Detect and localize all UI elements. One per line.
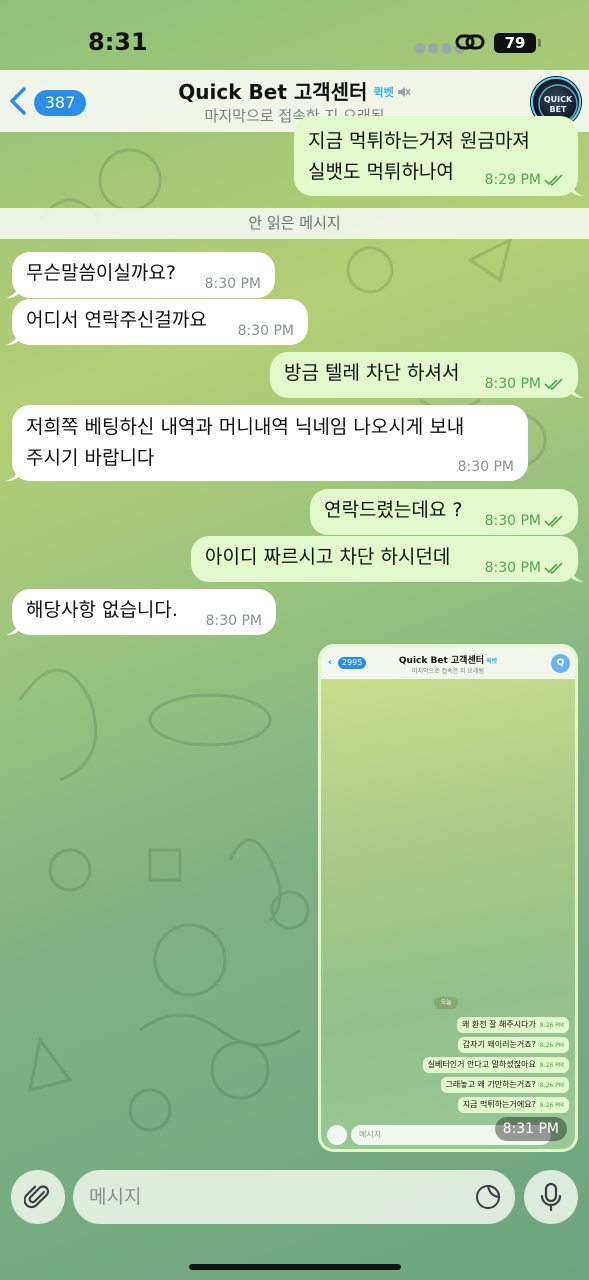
embedded-title-text: Quick Bet 고객센터 [398,656,485,666]
embedded-avatar: Q [551,654,570,673]
embedded-message: 갑자기 왜이러는거죠? 8:26 PM [457,1037,569,1053]
message-bubble-outgoing[interactable]: 방금 텔레 차단 하셔서 8:30 PM [270,352,584,398]
microphone-icon [540,1182,562,1212]
read-checkmarks-icon [544,378,563,390]
embedded-message-time: 8:26 PM [539,1042,564,1049]
battery-indicator: 79 [494,33,541,53]
message-bubble-outgoing[interactable]: 지금 먹튀하는거져 원금마져 실뱃도 먹튀하나여 8:29 PM [294,116,584,196]
embedded-message: 그래놓고 왜 기만하는거죠? 8:26 PM [440,1077,569,1093]
svg-text:BET: BET [549,105,567,114]
bubble-tail [6,282,20,298]
embedded-date-label: 오늘 [434,997,458,1009]
embedded-chat-header: ‹ 2995 Quick Bet 고객센터 퀵벳 마지막으로 접속한 지 오래됨 … [321,647,575,679]
embedded-message-time: 8:26 PM [539,1022,564,1029]
embedded-message-text: 그래놓고 왜 기만하는거죠? [445,1080,536,1089]
photo-timestamp: 8:31 PM [494,1117,567,1141]
clock: 8:31 [88,28,148,56]
message-time: 8:30 PM [237,323,294,339]
unread-messages-divider: 안 읽은 메시지 [0,208,589,239]
message-time: 8:30 PM [484,560,541,576]
photo-message-bubble[interactable]: ‹ 2995 Quick Bet 고객센터 퀵벳 마지막으로 접속한 지 오래됨 … [318,644,578,1152]
embedded-message-text: 갑자기 왜이러는거죠? [462,1040,536,1049]
embedded-message-time: 8:26 PM [539,1102,564,1109]
embedded-message-text: 왜 환전 잘 해주시다가 [461,1020,536,1029]
attach-button[interactable] [11,1170,65,1224]
chat-title-row[interactable]: Quick Bet 고객센터 퀵벳 [0,76,589,105]
read-checkmarks-icon [544,515,563,527]
message-bubble-outgoing[interactable]: 아이디 짜르시고 차단 하시던데 8:30 PM [191,536,584,582]
embedded-message: 왜 환전 잘 해주시다가 8:26 PM [456,1017,569,1033]
embedded-message-time: 8:26 PM [539,1062,564,1069]
sticker-icon[interactable] [473,1182,503,1212]
read-checkmarks-icon [544,174,563,186]
bubble-tail [6,619,20,635]
vpn-link-icon [455,34,485,50]
embedded-subtitle: 마지막으로 접속한 지 오래됨 [412,668,484,675]
read-checkmarks-icon [544,562,563,574]
svg-text:QUICK: QUICK [544,95,573,104]
paperclip-icon [24,1185,50,1209]
message-time: 8:30 PM [205,613,262,629]
message-time: 8:30 PM [484,513,541,529]
message-time: 8:29 PM [484,172,541,188]
chat-title: Quick Bet 고객센터 [178,80,368,104]
bubble-tail [570,382,584,398]
muted-speaker-icon [397,87,411,97]
message-time: 8:30 PM [457,459,514,475]
message-bubble-incoming[interactable]: 해당사항 없습니다. 8:30 PM [6,589,276,635]
embedded-message: 실베터인거 안다고 말하셨잖아요 8:26 PM [422,1057,569,1073]
message-field[interactable] [73,1170,515,1224]
message-bubble-incoming[interactable]: 어디서 연락주신걸까요 8:30 PM [6,299,308,345]
message-bubble-outgoing[interactable]: 연락드렸는데요 ? 8:30 PM [310,489,578,535]
message-bubble-incoming[interactable]: 저희쪽 베팅하신 내역과 머니내역 닉네임 나오시게 보내 주시기 바랍니다 8… [6,405,528,481]
message-time: 8:30 PM [204,276,261,292]
embedded-attach-icon [327,1125,347,1145]
message-time: 8:30 PM [484,376,541,392]
embedded-title-tag: 퀵벳 [486,658,498,665]
voice-record-button[interactable] [524,1170,578,1224]
embedded-title: Quick Bet 고객센터 퀵벳 [321,653,575,666]
message-bubble-incoming[interactable]: 무슨말씀이실까요? 8:30 PM [6,252,275,298]
title-tag: 퀵벳 [373,86,394,99]
embedded-message-text: 지금 먹튀하는거에요? [462,1100,536,1109]
bubble-tail [6,465,20,481]
embedded-message: 지금 먹튀하는거에요? 8:26 PM [457,1097,569,1113]
message-input-bar [0,1158,589,1280]
bubble-tail [570,180,584,196]
embedded-message-time: 8:26 PM [539,1082,564,1089]
bubble-tail [570,566,584,582]
message-input[interactable] [73,1170,453,1224]
message-text: 저희쪽 베팅하신 내역과 머니내역 닉네임 나오시게 보내 주시기 바랍니다 [26,416,465,469]
home-indicator [189,1264,401,1270]
bubble-tail [6,329,20,345]
embedded-message-text: 실베터인거 안다고 말하셨잖아요 [427,1060,536,1069]
screenshot-image[interactable]: ‹ 2995 Quick Bet 고객센터 퀵벳 마지막으로 접속한 지 오래됨 … [321,647,575,1149]
